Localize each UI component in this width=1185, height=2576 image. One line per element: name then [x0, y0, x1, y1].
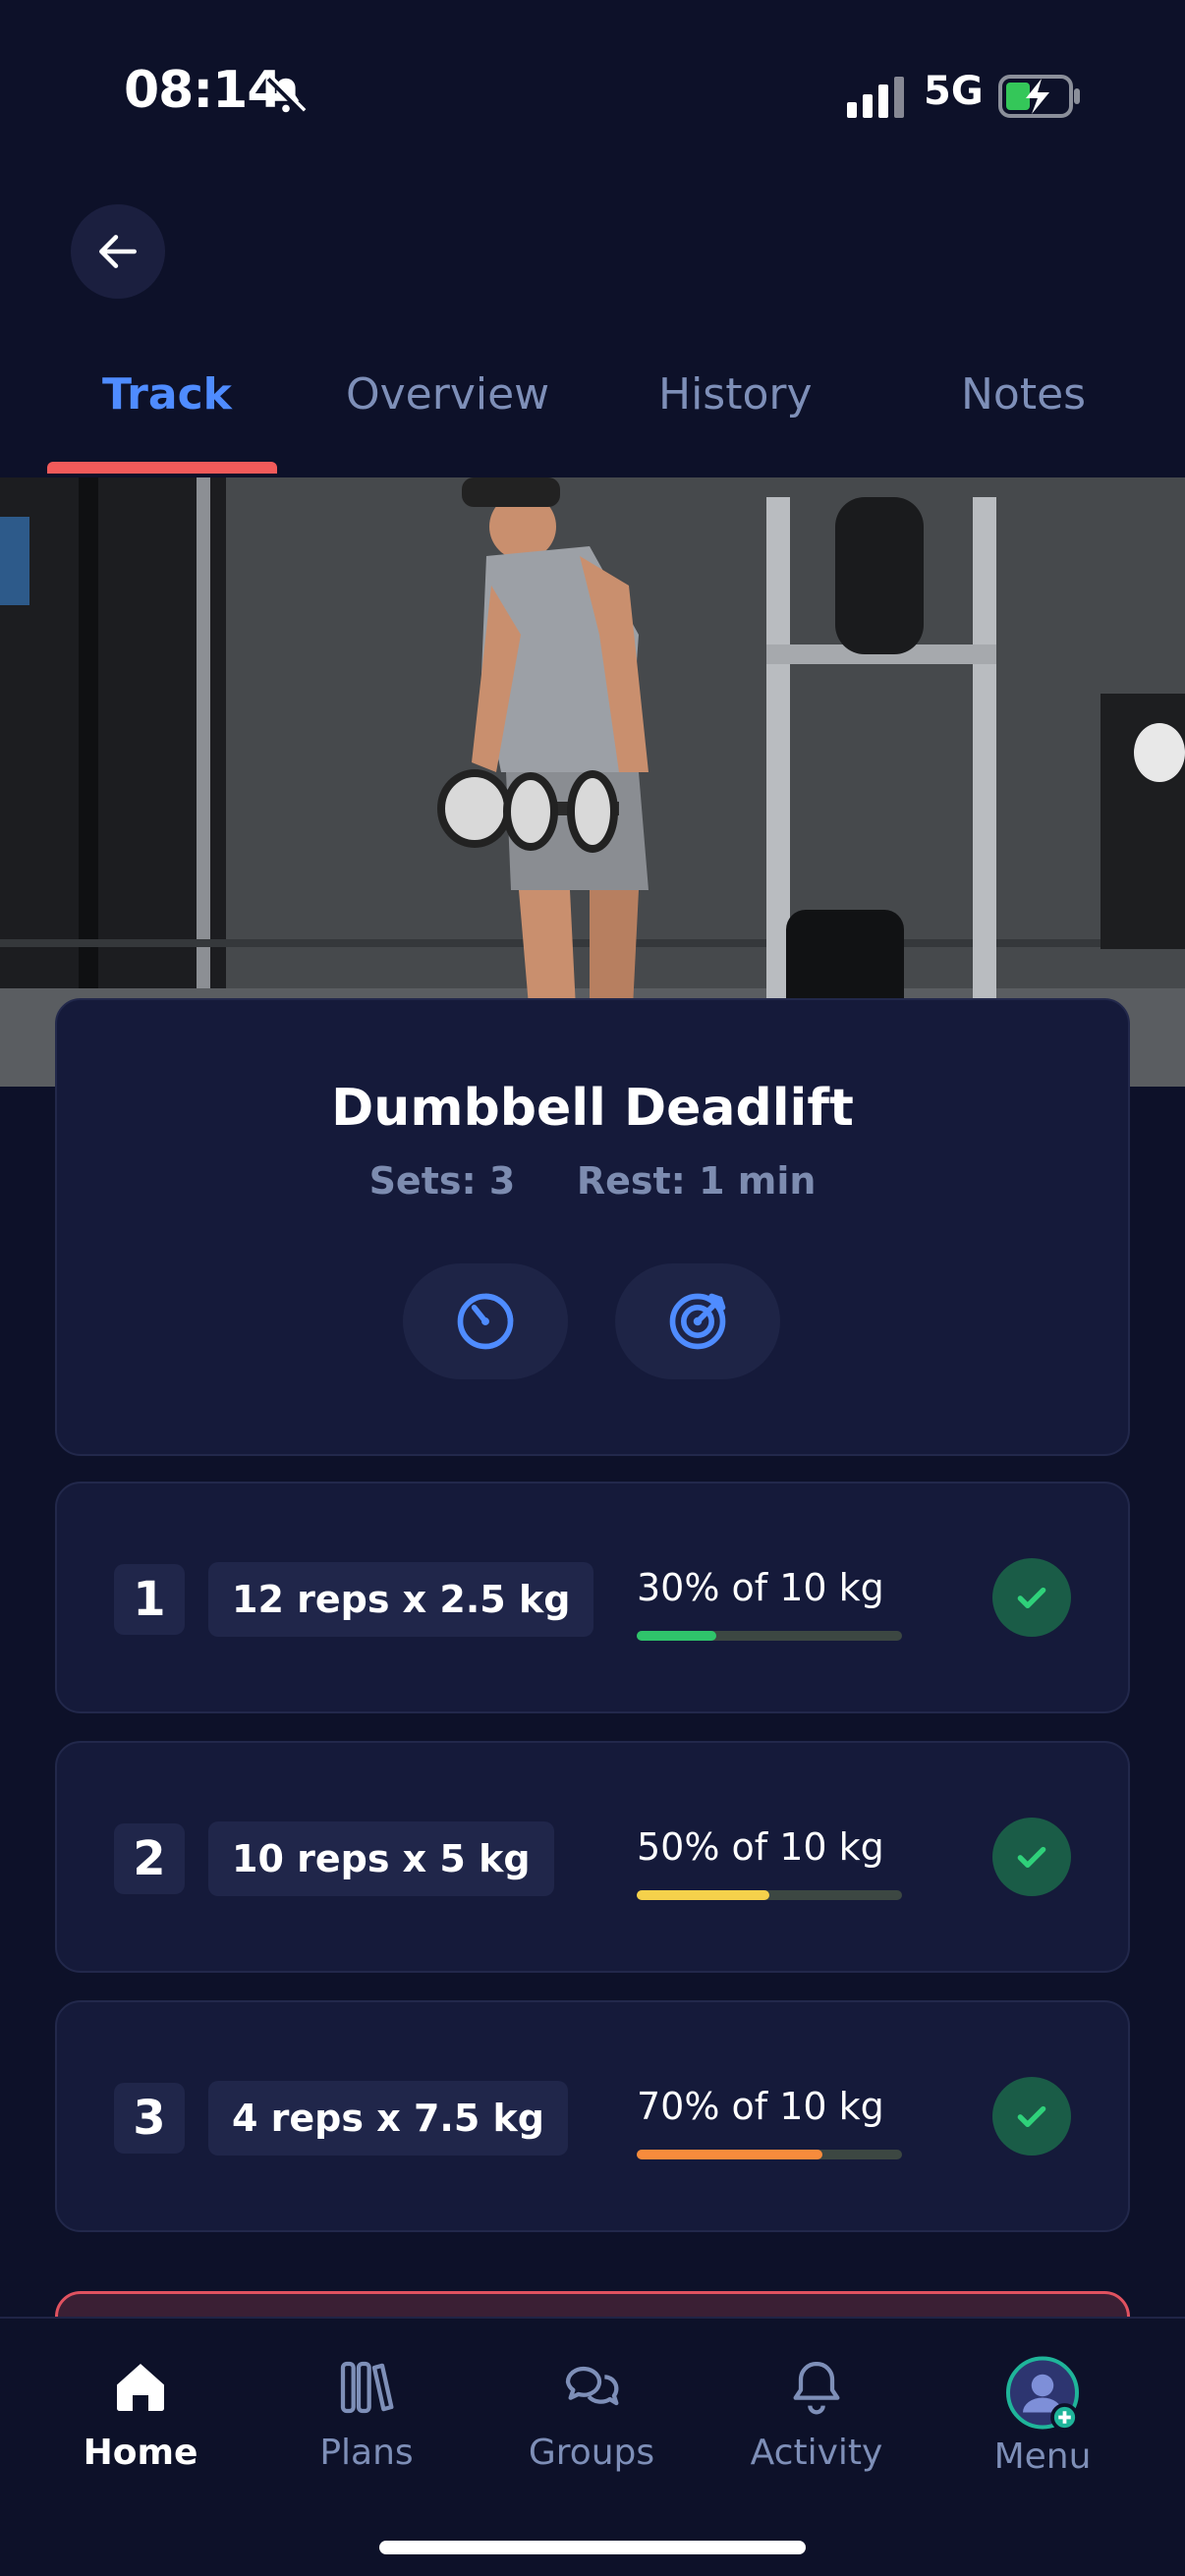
exercise-meta: Sets: 3 Rest: 1 min: [0, 1159, 1185, 1203]
exercise-title: Dumbbell Deadlift: [331, 1079, 854, 1138]
tab-notes[interactable]: Notes: [961, 369, 1086, 420]
nav-plans[interactable]: Plans: [278, 2356, 455, 2473]
set-detail[interactable]: 4 reps x 7.5 kg: [208, 2081, 568, 2156]
timer-button[interactable]: [403, 1263, 568, 1379]
silent-bell-icon: [266, 75, 307, 115]
checkmark-icon: [1017, 2105, 1046, 2127]
arrow-left-icon: [99, 235, 137, 268]
books-icon: [340, 2361, 394, 2414]
nav-label: Home: [83, 2433, 198, 2473]
set-complete-toggle[interactable]: [992, 1558, 1071, 1637]
nav-groups[interactable]: Groups: [503, 2356, 680, 2473]
tab-history[interactable]: History: [658, 369, 813, 420]
nav-label: Groups: [528, 2433, 655, 2473]
checkmark-icon: [1017, 1587, 1046, 1608]
set-percent: 70% of 10 kg: [637, 2085, 884, 2128]
avatar-icon: [1006, 2356, 1079, 2432]
chat-bubbles-icon: [565, 2366, 619, 2406]
bell-icon: [793, 2361, 840, 2415]
network-type: 5G: [924, 69, 984, 114]
sets-count: Sets: 3: [368, 1159, 516, 1203]
battery-charging-icon: [998, 75, 1080, 118]
set-number: 1: [114, 1564, 185, 1635]
set-progress-fill: [637, 1890, 769, 1900]
set-number: 2: [114, 1823, 185, 1894]
nav-label: Menu: [993, 2436, 1092, 2477]
nav-activity[interactable]: Activity: [728, 2356, 905, 2473]
tab-overview[interactable]: Overview: [346, 369, 549, 420]
set-progress-bar: [637, 1631, 902, 1641]
nav-label: Plans: [319, 2433, 414, 2473]
set-complete-toggle[interactable]: [992, 2077, 1071, 2156]
home-indicator: [379, 2541, 806, 2554]
set-percent: 30% of 10 kg: [637, 1566, 884, 1609]
target-icon: [669, 1293, 726, 1350]
set-progress-bar: [637, 2150, 902, 2159]
nav-label: Activity: [750, 2433, 883, 2473]
set-complete-toggle[interactable]: [992, 1818, 1071, 1896]
signal-icon: [847, 77, 904, 118]
exercise-video[interactable]: [0, 477, 1185, 1087]
set-percent: 50% of 10 kg: [637, 1825, 884, 1869]
set-progress-fill: [637, 2150, 822, 2159]
stopwatch-icon: [457, 1293, 514, 1350]
set-number: 3: [114, 2083, 185, 2154]
back-button[interactable]: [71, 204, 165, 299]
set-progress-bar: [637, 1890, 902, 1900]
exercise-info-card: [55, 998, 1130, 1456]
nav-home[interactable]: Home: [52, 2356, 229, 2473]
tab-track[interactable]: Track: [102, 369, 232, 420]
status-time: 08:14: [124, 61, 283, 120]
target-button[interactable]: [615, 1263, 780, 1379]
active-tab-indicator: [47, 462, 277, 474]
set-progress-fill: [637, 1631, 716, 1641]
home-icon: [117, 2364, 164, 2411]
set-detail[interactable]: 10 reps x 5 kg: [208, 1821, 554, 1896]
checkmark-icon: [1017, 1846, 1046, 1868]
rest-time: Rest: 1 min: [576, 1159, 817, 1203]
nav-menu[interactable]: Menu: [954, 2356, 1131, 2477]
set-detail[interactable]: 12 reps x 2.5 kg: [208, 1562, 594, 1637]
